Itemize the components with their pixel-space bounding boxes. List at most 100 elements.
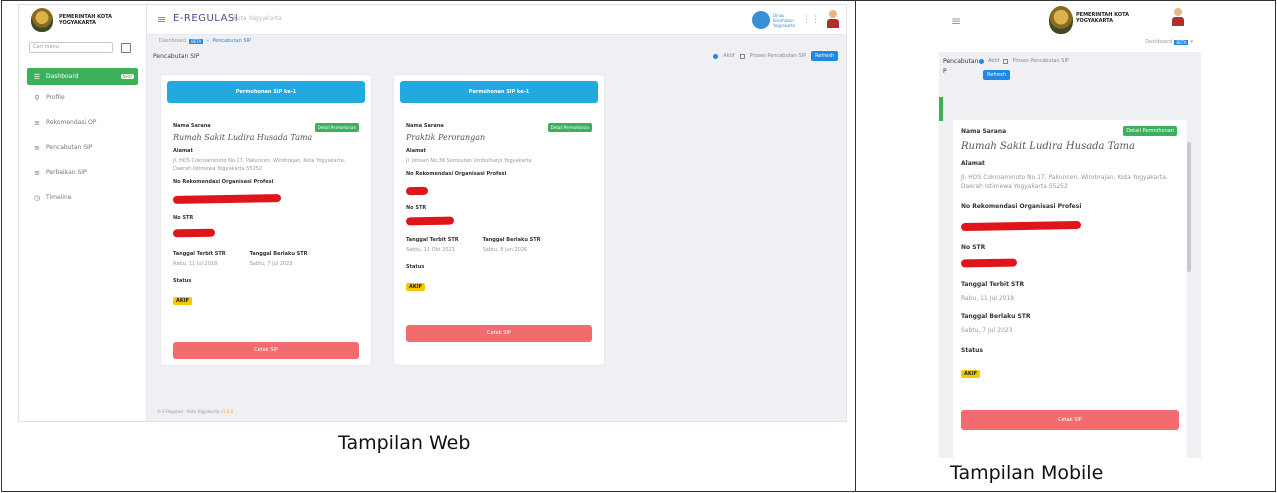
- list-icon: ≡: [34, 168, 40, 177]
- filter-controls: Aktif Proses Pencabutan SIP Refresh: [713, 51, 838, 61]
- sidebar-item-pencabutan[interactable]: ≡ Pencabutan SIP: [19, 135, 146, 160]
- breadcrumb-home[interactable]: Dashboard: [159, 38, 186, 44]
- redaction-mark: [960, 220, 1082, 232]
- city-emblem-icon: [31, 8, 53, 32]
- rekomendasi-label: No Rekomendasi Organisasi Profesi: [961, 203, 1082, 210]
- breadcrumb-home[interactable]: Dashboard: [1145, 39, 1172, 45]
- refresh-button[interactable]: Refresh: [983, 70, 1010, 80]
- logo-line-2: YOGYAKARTA: [59, 20, 96, 26]
- beta-badge: BETA: [1174, 39, 1189, 45]
- sidebar-item-timeline[interactable]: ◷ Timeline: [19, 185, 146, 210]
- page-title-wrap: P: [943, 68, 947, 75]
- sidebar-search: Cari menu: [29, 41, 136, 54]
- tgl-terbit-label: Tanggal Terbit STR: [173, 251, 226, 257]
- sidebar-item-dashboard[interactable]: ☰ Dashboard NEW: [27, 68, 138, 85]
- dashboard-icon: ☰: [33, 72, 41, 81]
- calendar-icon[interactable]: [121, 42, 131, 53]
- aktif-radio-label: Aktif: [723, 53, 735, 59]
- page-title: Pencabutan: [943, 58, 978, 65]
- tgl-terbit-label: Tanggal Terbit STR: [406, 237, 459, 243]
- partner-logo: Dinas Kesehatan Yogyakarta: [752, 9, 796, 31]
- address-value: Jl. Jetisan No.36 Sorosutan Umbulharjo Y…: [406, 158, 532, 164]
- caption-web: Tampilan Web: [338, 432, 471, 454]
- facility-value: Rumah Sakit Ludira Husada Tama: [173, 133, 313, 142]
- scrollbar[interactable]: [1187, 142, 1191, 272]
- avatar[interactable]: [1171, 8, 1185, 30]
- print-sip-button[interactable]: Cetak SIP: [406, 325, 592, 342]
- redaction-mark: [960, 258, 1018, 268]
- proses-checkbox-label: Proses Pencabutan SIP: [1012, 58, 1069, 64]
- mobile-content: Pencabutan Aktif Proses Pencabutan SIP P…: [939, 52, 1201, 458]
- proses-checkbox-label: Proses Pencabutan SIP: [749, 53, 807, 59]
- sip-card-2: Permohonan SIP ke-1 Detail Permohonan Na…: [394, 75, 604, 365]
- breadcrumb: Dashboard BETA ▾: [1145, 39, 1193, 45]
- sidebar-item-profile[interactable]: ⚲ Profile: [19, 85, 146, 110]
- detail-button[interactable]: Detail Permohonan: [314, 123, 359, 132]
- list-icon: ≡: [34, 143, 40, 152]
- sip-card: Detail Permohonan Nama Sarana Rumah Saki…: [953, 120, 1187, 458]
- menu-icon[interactable]: ≡: [157, 13, 166, 26]
- status-badge: AKIF: [173, 297, 193, 305]
- search-input[interactable]: Cari menu: [29, 42, 113, 53]
- sip-card-1: Permohonan SIP ke-1 Detail Permohonan Na…: [161, 75, 371, 365]
- top-header: ≡ E-REGULASI Kota Yogyakarta Dinas Keseh…: [147, 5, 846, 35]
- card-header: Permohonan SIP ke-1: [400, 81, 598, 103]
- detail-button[interactable]: Detail Permohonan: [1123, 126, 1177, 136]
- page-title-text: Pencabutan: [943, 58, 979, 65]
- status-label: Status: [173, 278, 192, 284]
- apps-grid-icon[interactable]: ⋮⋮: [802, 15, 820, 25]
- app-subtitle: Kota Yogyakarta: [233, 15, 282, 22]
- print-sip-button[interactable]: Cetak SIP: [173, 342, 359, 359]
- sidebar-item-perbaikan[interactable]: ≡ Perbaikan SIP: [19, 160, 146, 185]
- sidebar-item-label: Perbaikan SIP: [46, 169, 87, 176]
- beta-badge: BETA: [189, 38, 204, 44]
- address-value: Jl. HOS Cokroaminoto No.17, Pakuncen, Wi…: [961, 174, 1168, 190]
- health-office-logo-icon: [752, 11, 770, 29]
- redaction-mark: [172, 194, 282, 204]
- sidebar-item-rekomendasi[interactable]: ≡ Rekomendasi OP: [19, 110, 146, 135]
- tgl-berlaku-value: Sabtu, 7 Jul 2023: [249, 261, 293, 267]
- logo-line-2: YOGYAKARTA: [1076, 18, 1113, 24]
- aktif-radio-label: Aktif: [988, 58, 1000, 64]
- mobile-header: ≡ PEMERINTAH KOTA YOGYAKARTA Dashboard B…: [939, 2, 1201, 46]
- footer-text: © E-Regulasi - Kota Yogyakarta: [157, 409, 220, 414]
- mobile-screenshot: ≡ PEMERINTAH KOTA YOGYAKARTA Dashboard B…: [939, 2, 1201, 458]
- sidebar-logo[interactable]: PEMERINTAH KOTA YOGYAKARTA: [19, 5, 146, 35]
- breadcrumb: Dashboard BETA » Pencabutan SIP: [159, 35, 251, 47]
- footer-version-link[interactable]: v1.0.0: [221, 409, 234, 414]
- tgl-terbit-value: Rabu, 11 Jul 2018: [961, 295, 1015, 302]
- city-emblem-icon: [1049, 6, 1073, 34]
- detail-button[interactable]: Detail Permohonan: [547, 123, 592, 132]
- avatar[interactable]: [826, 10, 840, 30]
- sidebar: PEMERINTAH KOTA YOGYAKARTA Cari menu ☰ D…: [19, 5, 147, 421]
- proses-checkbox[interactable]: [739, 53, 745, 59]
- sidebar-item-label: Profile: [46, 94, 65, 101]
- filter-controls: Aktif Proses Pencabutan SIP: [979, 58, 1069, 64]
- tgl-berlaku-value: Sabtu, 8 Jun 2026: [482, 247, 528, 253]
- chevron-down-icon[interactable]: ▾: [1190, 39, 1193, 45]
- print-sip-button[interactable]: Cetak SIP: [961, 410, 1179, 430]
- str-label: No STR: [406, 205, 427, 211]
- sidebar-item-label: Dashboard: [46, 73, 79, 80]
- aktif-radio[interactable]: [979, 58, 984, 64]
- rekomendasi-label: No Rekomendasi Organisasi Profesi: [406, 171, 507, 177]
- str-label: No STR: [961, 244, 986, 251]
- facility-value: Rumah Sakit Ludira Husada Tama: [961, 141, 1135, 152]
- app-title: E-REGULASI: [173, 13, 239, 24]
- aktif-radio[interactable]: [713, 53, 719, 59]
- user-icon: ⚲: [34, 93, 40, 102]
- address-label: Alamat: [173, 148, 193, 154]
- sidebar-item-label: Pencabutan SIP: [46, 144, 93, 151]
- menu-icon[interactable]: ≡: [951, 14, 961, 28]
- redaction-mark: [405, 186, 429, 196]
- partner-line-2: Kesehatan: [773, 17, 794, 23]
- address-label: Alamat: [406, 148, 426, 154]
- refresh-button[interactable]: Refresh: [811, 51, 838, 61]
- status-label: Status: [961, 347, 983, 354]
- breadcrumb-current: Pencabutan SIP: [212, 38, 252, 44]
- new-badge: NEW: [120, 74, 134, 79]
- proses-checkbox[interactable]: [1003, 58, 1009, 64]
- status-badge: AKIF: [406, 283, 426, 291]
- str-label: No STR: [173, 215, 194, 221]
- clock-icon: ◷: [33, 193, 41, 202]
